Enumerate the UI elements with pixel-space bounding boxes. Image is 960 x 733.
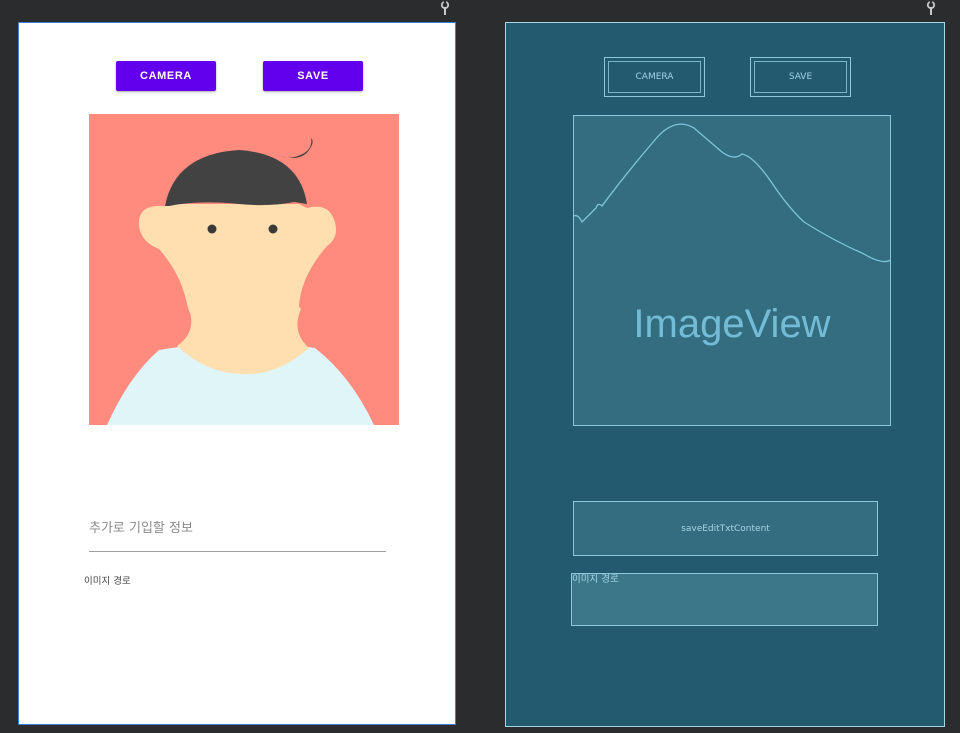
edit-text-id-label: saveEditTxtContent: [681, 523, 770, 534]
text-view-label: 이미지 경로: [572, 574, 619, 585]
blueprint-camera-button[interactable]: CAMERA: [604, 57, 705, 97]
avatar-image: [89, 114, 399, 425]
info-edit-text[interactable]: 추가로 기입할 정보: [89, 517, 386, 552]
blueprint-save-button[interactable]: SAVE: [750, 57, 851, 97]
pin-icon[interactable]: [439, 1, 451, 15]
blueprint-panel: CAMERA SAVE ImageView saveEditTxtContent…: [505, 22, 945, 727]
save-button[interactable]: SAVE: [263, 61, 363, 91]
image-view-label: ImageView: [633, 302, 831, 346]
info-edit-hint: 추가로 기입할 정보: [89, 521, 193, 536]
blueprint-edit-text[interactable]: saveEditTxtContent: [573, 501, 878, 556]
design-preview-panel: CAMERA SAVE 추가로 기입할 정보 이미지 경로: [18, 22, 456, 725]
pin-icon[interactable]: [925, 1, 937, 15]
blueprint-save-label: SAVE: [754, 61, 847, 93]
blueprint-camera-label: CAMERA: [608, 61, 701, 93]
camera-button[interactable]: CAMERA: [116, 61, 216, 91]
image-placeholder-icon: [574, 123, 890, 263]
blueprint-image-view[interactable]: ImageView: [573, 115, 891, 426]
image-path-text: 이미지 경로: [84, 576, 131, 587]
blueprint-text-view[interactable]: 이미지 경로: [571, 573, 878, 626]
